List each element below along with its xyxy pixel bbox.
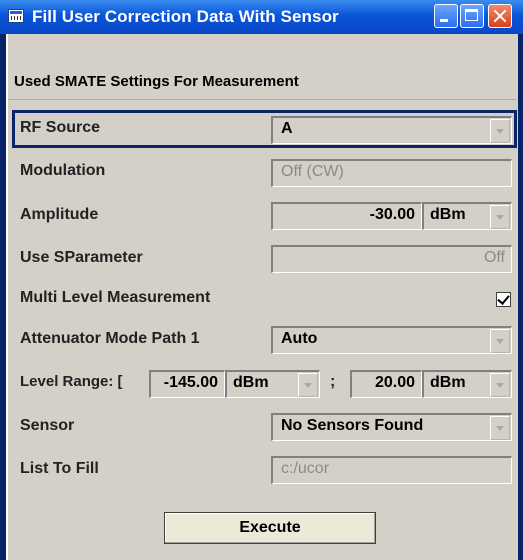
level-range-label: Level Range: [ (20, 373, 123, 390)
dialog-window: Fill User Correction Data With Sensor Us… (0, 0, 523, 560)
chevron-down-icon[interactable] (490, 373, 510, 397)
amplitude-unit: dBm (430, 206, 466, 223)
list-to-fill-label: List To Fill (20, 460, 99, 477)
attenuator-select[interactable]: Auto (271, 326, 512, 354)
rf-source-select[interactable]: A (271, 116, 512, 144)
heading-separator (8, 99, 516, 100)
level-range-min-unit-select[interactable]: dBm (225, 370, 320, 398)
amplitude-label: Amplitude (20, 206, 99, 223)
dialog-app-icon (8, 9, 24, 23)
sparameter-value: Off (483, 249, 505, 266)
rf-source-label: RF Source (20, 119, 101, 136)
amplitude-value: -30.00 (369, 206, 415, 223)
multi-level-checkbox[interactable] (496, 292, 511, 307)
modulation-field: Off (CW) (271, 159, 512, 187)
list-to-fill-value: c:/ucor (281, 460, 330, 477)
title-bar[interactable]: Fill User Correction Data With Sensor (0, 0, 523, 34)
settings-heading: Used SMATE Settings For Measurement (14, 73, 299, 90)
sensor-value: No Sensors Found (281, 417, 424, 434)
chevron-down-icon[interactable] (490, 205, 510, 229)
close-button[interactable] (488, 4, 512, 28)
level-range-separator: ; (330, 373, 336, 390)
sparameter-field: Off (271, 245, 512, 273)
attenuator-value: Auto (281, 330, 318, 347)
chevron-down-icon[interactable] (490, 119, 510, 143)
minimize-button[interactable] (434, 4, 458, 28)
modulation-label: Modulation (20, 162, 106, 179)
amplitude-input[interactable]: -30.00 (271, 202, 422, 230)
sensor-label: Sensor (20, 417, 75, 434)
sparameter-label: Use SParameter (20, 249, 143, 266)
attenuator-label: Attenuator Mode Path 1 (20, 330, 200, 347)
chevron-down-icon[interactable] (490, 416, 510, 440)
level-range-min-input[interactable]: -145.00 (149, 370, 225, 398)
level-range-max-unit-select[interactable]: dBm (422, 370, 512, 398)
level-range-min: -145.00 (163, 374, 218, 391)
level-range-max-input[interactable]: 20.00 (350, 370, 422, 398)
amplitude-unit-select[interactable]: dBm (422, 202, 512, 230)
sensor-select[interactable]: No Sensors Found (271, 413, 512, 441)
rf-source-value: A (281, 120, 293, 137)
list-to-fill-field: c:/ucor (271, 456, 512, 484)
level-range-max: 20.00 (374, 374, 415, 391)
window-title: Fill User Correction Data With Sensor (32, 7, 339, 26)
maximize-button[interactable] (460, 4, 484, 28)
level-range-max-unit: dBm (430, 374, 466, 391)
execute-button[interactable]: Execute (164, 512, 376, 544)
modulation-value: Off (CW) (281, 163, 344, 180)
multi-level-label: Multi Level Measurement (20, 289, 211, 306)
chevron-down-icon[interactable] (298, 373, 318, 397)
level-range-min-unit: dBm (233, 374, 269, 391)
chevron-down-icon[interactable] (490, 329, 510, 353)
